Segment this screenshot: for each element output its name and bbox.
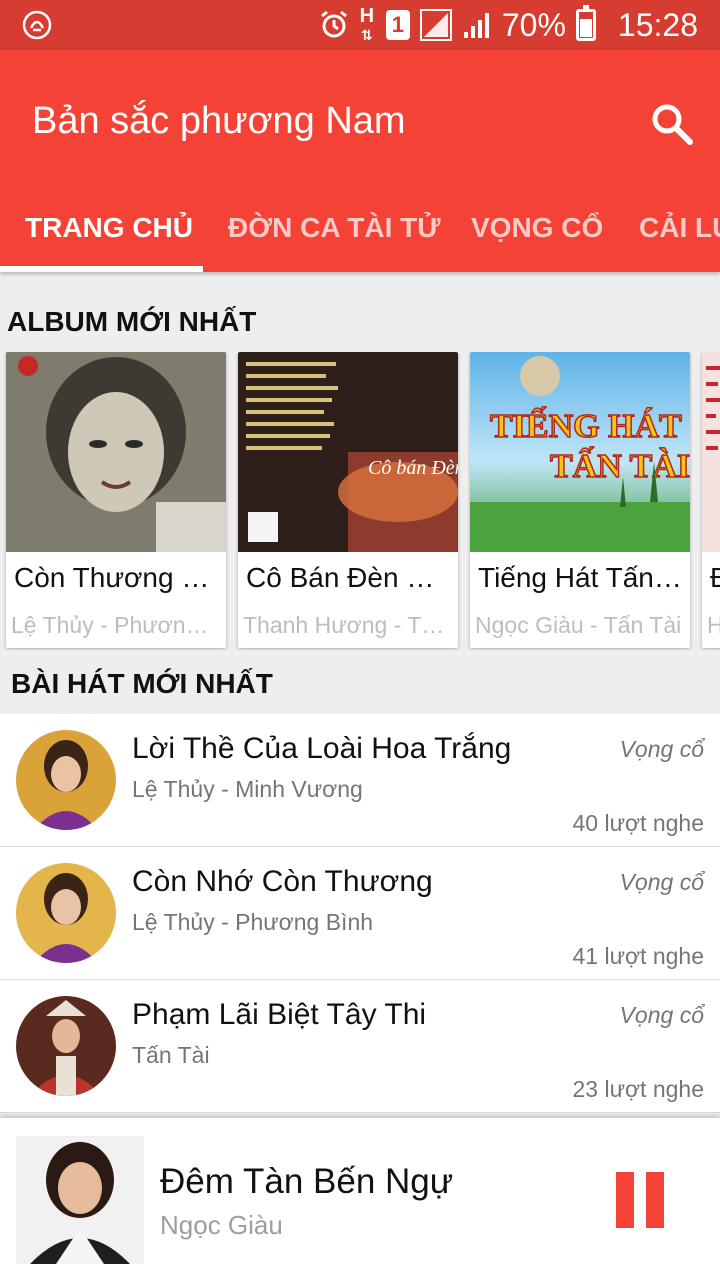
song-title: Còn Nhớ Còn Thương — [132, 865, 433, 898]
tab-don-ca-tai-tu[interactable]: ĐỜN CA TÀI TỬ — [228, 200, 441, 272]
now-playing-title: Đêm Tàn Bến Ngự — [160, 1162, 454, 1201]
signal-sim2-icon — [463, 13, 489, 38]
song-avatar — [16, 730, 116, 830]
album-cover: TIẾNG HÁT TẤN TÀI — [470, 352, 690, 552]
album-card[interactable]: Còn Thương Rau Đắng Mọc Sau Hè Lệ Thủy -… — [6, 352, 226, 648]
search-icon[interactable] — [650, 102, 694, 146]
pause-icon[interactable] — [612, 1172, 668, 1228]
album-card[interactable]: TIẾNG HÁT TẤN TÀI Tiếng Hát Tấn Tài Ngọc… — [470, 352, 690, 648]
status-bar: H ⇅ 1 70% 15:28 — [0, 0, 720, 50]
mini-player[interactable]: Đêm Tàn Bến Ngự Ngọc Giàu — [0, 1118, 720, 1280]
album-cover-text: TẤN TÀI — [550, 446, 690, 485]
album-cover — [6, 352, 226, 552]
song-artist: Tấn Tài — [132, 1042, 210, 1068]
album-carousel[interactable]: Còn Thương Rau Đắng Mọc Sau Hè Lệ Thủy -… — [0, 352, 720, 650]
song-title: Lời Thề Của Loài Hoa Trắng — [132, 732, 512, 765]
album-cover: Cô bán Đèn Hoa giấy — [238, 352, 458, 552]
song-play-count: 41 lượt nghe — [572, 943, 704, 969]
album-cover-art: Cô bán Đèn Hoa giấy — [238, 352, 458, 552]
alarm-icon — [320, 10, 347, 38]
album-cover-art: TIẾNG HÁT TẤN TÀI — [470, 352, 690, 552]
album-cover — [702, 352, 720, 552]
songs-section-title: BÀI HÁT MỚI NHẤT — [11, 668, 273, 699]
app-notification-icon — [22, 10, 52, 40]
app-bar: Bản sắc phương Nam TRANG CHỦ ĐỜN CA TÀI … — [0, 50, 720, 272]
album-title: Còn Thương Rau Đắng Mọc Sau Hè — [14, 562, 219, 593]
battery-percent: 70% — [501, 6, 566, 43]
album-artist: Thanh Hương - Thanh Sơn — [243, 612, 451, 638]
album-cover-text: TIẾNG HÁT — [490, 406, 682, 445]
tab-home[interactable]: TRANG CHỦ — [25, 200, 193, 272]
tab-bar: TRANG CHỦ ĐỜN CA TÀI TỬ VỌNG CỔ CẢI LƯƠN… — [0, 200, 720, 272]
tab-cai-luong[interactable]: CẢI LƯƠNG — [639, 200, 720, 272]
song-row[interactable]: Phạm Lãi Biệt Tây Thi Tấn Tài Vọng cổ 23… — [0, 980, 720, 1113]
clock: 15:28 — [617, 6, 698, 43]
network-type-icon: H ⇅ — [359, 4, 375, 43]
app-title: Bản sắc phương Nam — [32, 100, 406, 142]
album-title: Tiếng Hát Tấn Tài — [478, 562, 683, 593]
tab-vong-co[interactable]: VỌNG CỔ — [471, 200, 603, 272]
song-avatar — [16, 996, 116, 1096]
now-playing-artist: Ngọc Giàu — [160, 1210, 283, 1240]
albums-section-title: ALBUM MỚI NHẤT — [7, 306, 257, 337]
album-cover-art — [6, 352, 226, 552]
song-row[interactable]: Lời Thề Của Loài Hoa Trắng Lệ Thủy - Min… — [0, 714, 720, 847]
album-artist: Ngọc Giàu - Tấn Tài — [475, 612, 682, 638]
album-artist: Lệ Thủy - Phương Bình — [11, 612, 219, 638]
album-title: Đ — [710, 562, 720, 594]
battery-icon — [575, 5, 596, 41]
album-card[interactable]: Đ H — [702, 352, 720, 648]
song-avatar — [16, 863, 116, 963]
song-play-count: 40 lượt nghe — [572, 810, 704, 836]
album-title: Cô Bán Đèn Hoa Giấy — [246, 562, 451, 593]
song-genre: Vọng cổ — [619, 1002, 704, 1028]
song-artist: Lệ Thủy - Minh Vương — [132, 776, 363, 802]
song-list: Lời Thề Của Loài Hoa Trắng Lệ Thủy - Min… — [0, 714, 720, 1113]
song-genre: Vọng cổ — [619, 736, 704, 762]
song-title: Phạm Lãi Biệt Tây Thi — [132, 998, 427, 1031]
now-playing-artwork — [16, 1136, 144, 1264]
album-cover-text: Cô bán Đèn Hoa giấy — [368, 457, 458, 479]
album-card[interactable]: Cô bán Đèn Hoa giấy Cô Bán Đèn Hoa Giấy … — [238, 352, 458, 648]
album-artist: H — [707, 612, 720, 639]
song-row[interactable]: Còn Nhớ Còn Thương Lệ Thủy - Phương Bình… — [0, 847, 720, 980]
song-artist: Lệ Thủy - Phương Bình — [132, 909, 374, 935]
song-genre: Vọng cổ — [619, 869, 704, 895]
album-cover-art — [702, 352, 720, 552]
signal-sim1-icon — [419, 9, 452, 41]
sim-badge: 1 — [385, 10, 410, 40]
song-play-count: 23 lượt nghe — [572, 1076, 704, 1102]
tab-indicator — [0, 266, 203, 272]
